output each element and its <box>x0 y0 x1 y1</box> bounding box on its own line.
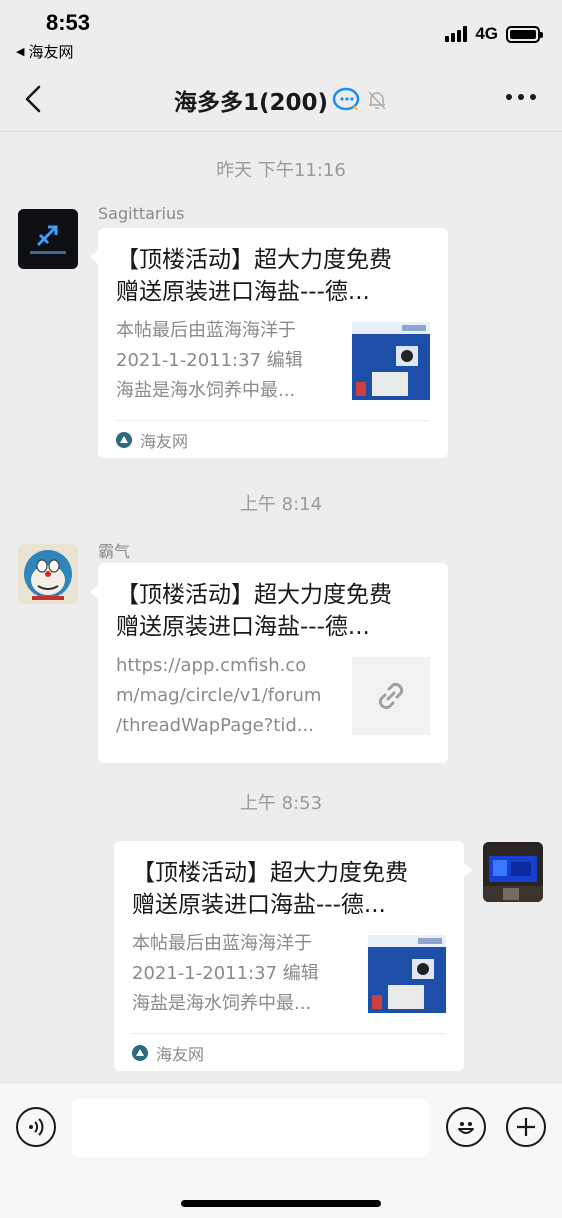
self-avatar[interactable] <box>483 842 543 902</box>
avatar[interactable] <box>18 544 78 604</box>
back-app-label: 海友网 <box>28 43 74 61</box>
emoji-button[interactable] <box>446 1107 486 1147</box>
chat-title-text: 海多多1(200) <box>173 90 329 116</box>
source-label: 海友网 <box>140 431 189 451</box>
timestamp: 上午 8:53 <box>239 793 323 814</box>
card-description: 本帖最后由蓝海海洋于 2021-1-2011:37 编辑 海盐是海水饲养中最..… <box>116 320 303 401</box>
card-source: 海友网 <box>132 1033 446 1071</box>
emoji-icon <box>458 1122 474 1134</box>
card-title-line: 赠送原装进口海盐---德... <box>116 614 370 640</box>
message-input[interactable] <box>72 1099 430 1157</box>
network-label: 4G <box>475 24 498 43</box>
source-logo-icon <box>132 1044 148 1061</box>
card-thumbnail-image <box>352 322 430 400</box>
card-title-line: 【顶楼活动】超大力度免费 <box>116 247 392 273</box>
voice-button[interactable] <box>16 1107 56 1147</box>
chat-area[interactable]: 昨天 下午11:16 Sagittarius 【顶楼活动】超大力度免费 赠送原装… <box>0 132 562 1082</box>
input-bar <box>0 1082 562 1218</box>
aquarium-avatar-icon <box>483 842 543 902</box>
source-label: 海友网 <box>156 1044 205 1064</box>
signal-icon <box>445 26 468 42</box>
status-indicators: 4G <box>445 24 543 44</box>
link-thumbnail <box>352 657 430 735</box>
nav-bar: 海多多1(200) <box>0 66 562 132</box>
doraemon-avatar-icon <box>18 544 78 604</box>
avatar[interactable] <box>18 209 78 269</box>
card-title-line: 【顶楼活动】超大力度免费 <box>132 860 408 886</box>
link-card[interactable]: 【顶楼活动】超大力度免费 赠送原装进口海盐---德... https://app… <box>90 563 448 763</box>
battery-icon <box>506 25 543 43</box>
card-title-line: 【顶楼活动】超大力度免费 <box>116 582 392 608</box>
sender-name: 霸气 <box>98 542 131 561</box>
plus-button[interactable] <box>506 1107 546 1147</box>
link-card[interactable]: 【顶楼活动】超大力度免费 赠送原装进口海盐---德... 本帖最后由蓝海海洋于 … <box>90 228 448 458</box>
timestamp: 昨天 下午11:16 <box>216 160 346 181</box>
home-indicator[interactable] <box>181 1200 381 1207</box>
status-time: 8:53 <box>46 10 91 35</box>
chat-bubble-icon <box>332 87 360 111</box>
status-bar: 8:53 ◀ 海友网 4G <box>0 0 562 66</box>
card-thumbnail-image <box>368 935 446 1013</box>
link-card[interactable]: 【顶楼活动】超大力度免费 赠送原装进口海盐---德... 本帖最后由蓝海海洋于 … <box>114 841 472 1071</box>
card-description: https://app.cmfish.co m/mag/circle/v1/fo… <box>116 655 322 736</box>
voice-icon <box>29 1118 44 1136</box>
chat-title: 海多多1(200) <box>0 83 562 117</box>
plus-icon <box>517 1118 535 1136</box>
link-icon <box>378 682 404 710</box>
back-to-app-link[interactable]: ◀ 海友网 <box>16 41 73 62</box>
card-title-line: 赠送原装进口海盐---德... <box>132 892 386 918</box>
card-title-line: 赠送原装进口海盐---德... <box>116 279 370 305</box>
timestamp: 上午 8:14 <box>239 494 323 515</box>
more-options-button[interactable] <box>506 94 536 100</box>
card-source: 海友网 <box>116 420 430 458</box>
back-triangle-icon: ◀ <box>16 45 25 58</box>
sender-name: Sagittarius <box>98 204 185 223</box>
card-description: 本帖最后由蓝海海洋于 2021-1-2011:37 编辑 海盐是海水饲养中最..… <box>132 933 319 1014</box>
mute-bell-icon <box>368 91 386 110</box>
source-logo-icon <box>116 431 132 448</box>
sagittarius-avatar-icon <box>18 209 78 269</box>
